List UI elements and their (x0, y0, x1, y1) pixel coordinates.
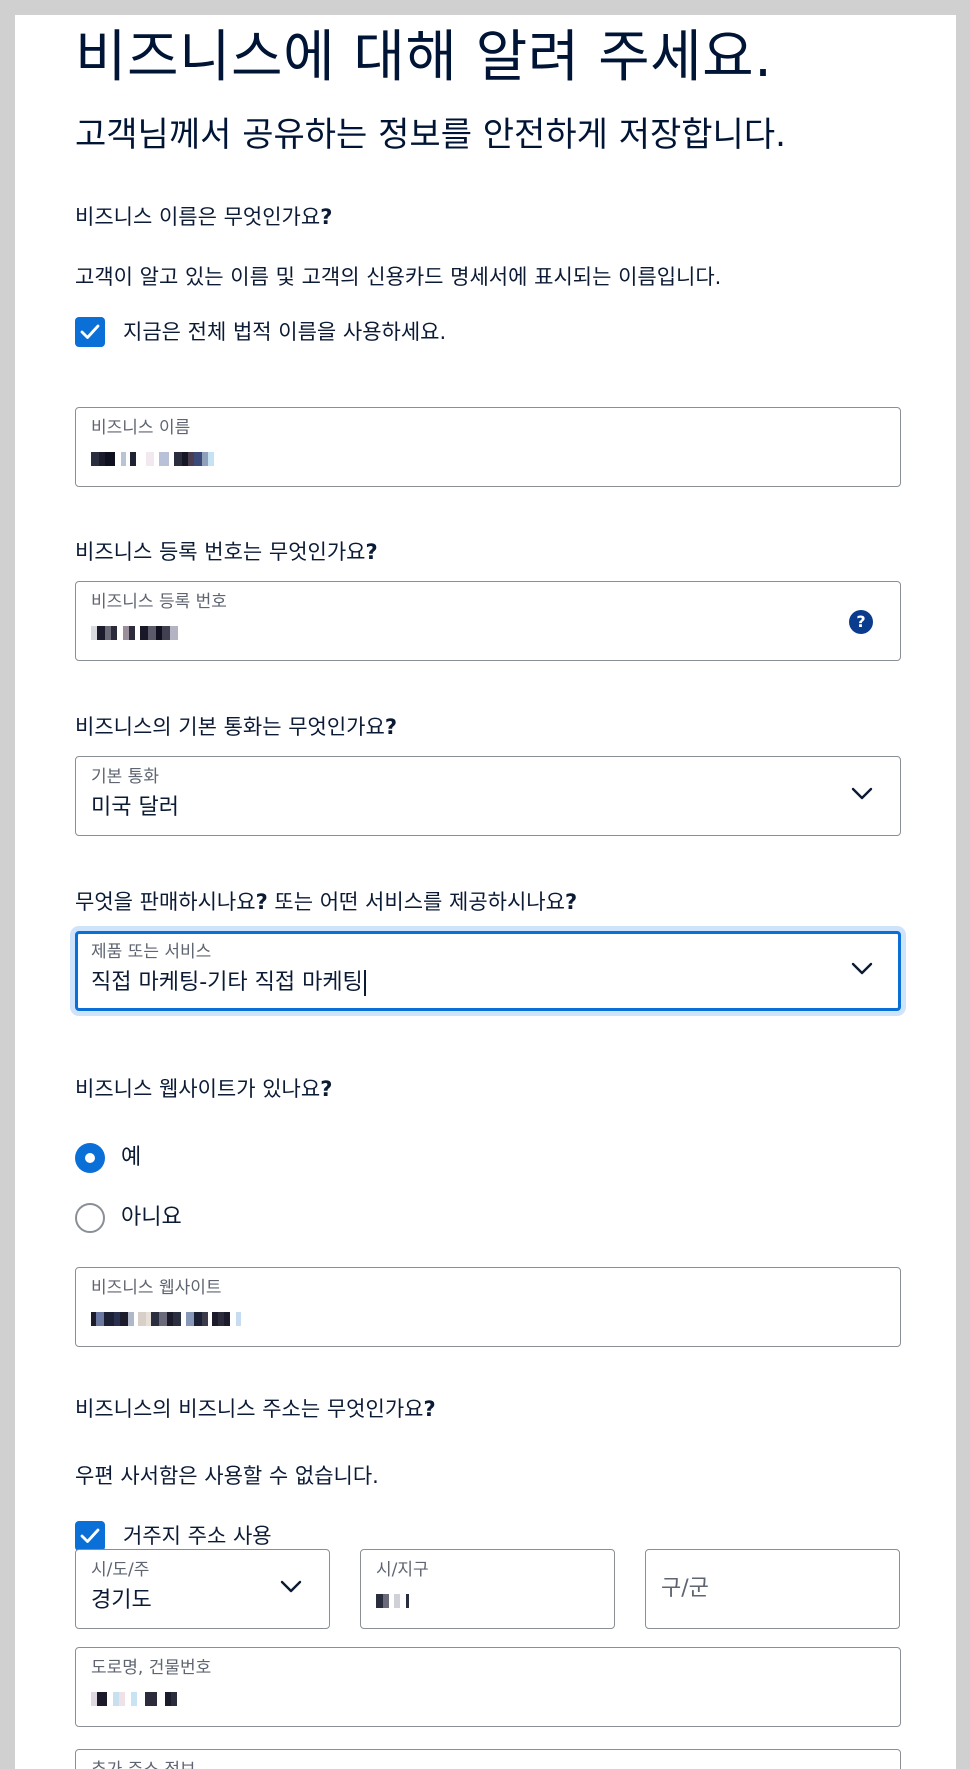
street-address-field[interactable]: 도로명, 건물번호 (75, 1647, 901, 1727)
city-field-label: 시/지구 (376, 1560, 429, 1580)
question-mark: ? (564, 890, 578, 914)
extra-address-field-label: 추가 주소 정보 (91, 1759, 196, 1769)
check-icon (80, 1528, 100, 1543)
currency-value: 미국 달러 (91, 795, 179, 820)
currency-select[interactable]: 기본 통화 미국 달러 (75, 756, 901, 836)
website-no-label: 아니요 (121, 1205, 182, 1230)
question-mark: ? (365, 540, 378, 564)
legal-name-checkbox[interactable] (75, 317, 105, 347)
chevron-down-icon (280, 1580, 302, 1593)
province-select[interactable]: 시/도/주 경기도 (75, 1549, 330, 1629)
check-icon (80, 324, 100, 339)
business-name-question-text: 비즈니스 이름은 무엇인가요 (75, 205, 321, 229)
currency-question: 비즈니스의 기본 통화는 무엇인가요? (75, 713, 397, 741)
address-help-text: 우편 사서함은 사용할 수 없습니다. (75, 1464, 379, 1488)
website-no-radio[interactable] (75, 1203, 105, 1233)
product-question-part1: 무엇을 판매하시나요 (75, 890, 256, 914)
page-subtitle: 고객님께서 공유하는 정보를 안전하게 저장합니다. (75, 115, 786, 155)
question-mark: ? (320, 1077, 333, 1101)
website-url-field[interactable]: 비즈니스 웹사이트 (75, 1267, 901, 1347)
address-question-text: 비즈니스의 비즈니스 주소는 무엇인가요 (75, 1397, 424, 1421)
province-value: 경기도 (91, 1588, 152, 1613)
question-circle-icon[interactable]: ? (849, 610, 873, 634)
chevron-down-icon (851, 787, 873, 800)
registration-question-text: 비즈니스 등록 번호는 무엇인가요 (75, 540, 366, 564)
website-redacted-value (91, 1304, 241, 1334)
district-placeholder: 구/군 (661, 1576, 709, 1601)
website-question: 비즈니스 웹사이트가 있나요? (75, 1075, 332, 1103)
website-question-text: 비즈니스 웹사이트가 있나요 (75, 1077, 321, 1101)
business-name-help-text: 고객이 알고 있는 이름 및 고객의 신용카드 명세서에 표시되는 이름입니다. (75, 265, 722, 289)
business-info-page: 비즈니스에 대해 알려 주세요. 고객님께서 공유하는 정보를 안전하게 저장합… (15, 15, 956, 1769)
currency-question-text: 비즈니스의 기본 통화는 무엇인가요 (75, 715, 385, 739)
business-name-question: 비즈니스 이름은 무엇인가요? (75, 203, 332, 231)
chevron-down-icon (851, 962, 873, 975)
residential-address-checkbox-label: 거주지 주소 사용 (123, 1524, 272, 1548)
text-cursor (363, 970, 366, 996)
product-service-combobox[interactable]: 제품 또는 서비스 직접 마케팅-기타 직접 마케팅 (75, 931, 901, 1011)
city-redacted-value (376, 1586, 409, 1616)
product-value-text: 직접 마케팅-기타 직접 마케팅 (91, 970, 363, 995)
website-yes-radio[interactable] (75, 1143, 105, 1173)
legal-name-checkbox-label: 지금은 전체 법적 이름을 사용하세요. (123, 320, 447, 344)
registration-number-field[interactable]: 비즈니스 등록 번호 ? (75, 581, 901, 661)
currency-field-label: 기본 통화 (91, 767, 159, 787)
province-field-label: 시/도/주 (91, 1560, 150, 1580)
street-field-label: 도로명, 건물번호 (91, 1658, 212, 1678)
extra-address-field[interactable]: 추가 주소 정보 (75, 1749, 901, 1769)
page-title: 비즈니스에 대해 알려 주세요. (75, 25, 773, 90)
product-field-label: 제품 또는 서비스 (91, 942, 212, 962)
city-field[interactable]: 시/지구 (360, 1549, 615, 1629)
registration-redacted-value (91, 618, 178, 648)
street-redacted-value (91, 1684, 177, 1714)
business-name-field-label: 비즈니스 이름 (91, 418, 191, 438)
product-question: 무엇을 판매하시나요? 또는 어떤 서비스를 제공하시나요? (75, 888, 577, 916)
website-field-label: 비즈니스 웹사이트 (91, 1278, 222, 1298)
residential-address-checkbox[interactable] (75, 1521, 105, 1551)
business-name-redacted-value (91, 444, 214, 474)
district-field[interactable]: 구/군 (645, 1549, 900, 1629)
business-name-field[interactable]: 비즈니스 이름 (75, 407, 901, 487)
question-mark: ? (423, 1397, 436, 1421)
question-mark: ? (320, 205, 333, 229)
address-question: 비즈니스의 비즈니스 주소는 무엇인가요? (75, 1395, 436, 1423)
question-mark: ? (384, 715, 398, 739)
website-yes-label: 예 (121, 1145, 142, 1170)
registration-field-label: 비즈니스 등록 번호 (91, 592, 227, 612)
product-value[interactable]: 직접 마케팅-기타 직접 마케팅 (91, 968, 366, 998)
product-question-part2: 또는 어떤 서비스를 제공하시나요 (267, 890, 565, 914)
question-mark: ? (255, 890, 268, 914)
registration-question: 비즈니스 등록 번호는 무엇인가요? (75, 538, 378, 566)
